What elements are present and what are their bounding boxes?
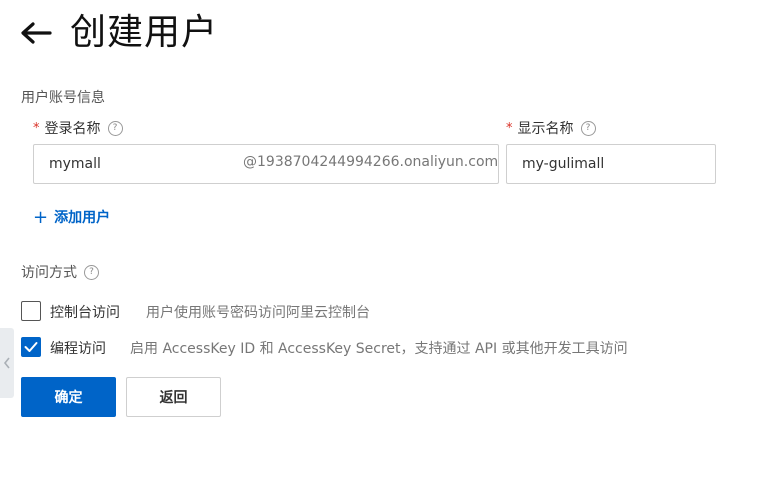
chevron-left-icon: [3, 357, 10, 369]
display-name-label: * 显示名称 ?: [506, 118, 596, 138]
help-icon[interactable]: ?: [107, 120, 123, 136]
plus-icon: +: [33, 206, 49, 228]
confirm-button[interactable]: 确定: [21, 377, 116, 417]
add-user-label: 添加用户: [54, 210, 111, 226]
programmatic-access-desc: 启用 AccessKey ID 和 AccessKey Secret，支持通过 …: [130, 341, 628, 357]
back-arrow-icon[interactable]: [18, 15, 54, 51]
help-icon[interactable]: ?: [84, 264, 99, 280]
add-user-link[interactable]: + 添加用户: [33, 205, 110, 229]
console-access-checkbox[interactable]: [21, 301, 41, 321]
page-title: 创建用户: [70, 12, 219, 53]
programmatic-access-label[interactable]: 编程访问: [50, 338, 106, 358]
account-section-title: 用户账号信息: [21, 90, 105, 106]
required-mark: *: [33, 120, 40, 136]
required-mark: *: [506, 120, 513, 136]
login-name-label-text: 登录名称: [44, 121, 101, 137]
access-section-title: 访问方式 ?: [21, 262, 99, 282]
display-name-input[interactable]: my-gulimall: [506, 144, 716, 184]
login-name-domain-suffix: @1938704244994266.onaliyun.com: [243, 154, 499, 170]
console-access-label[interactable]: 控制台访问: [50, 302, 120, 322]
sidebar-collapse-tab[interactable]: [0, 328, 14, 398]
checkmark-icon: [24, 342, 38, 352]
login-name-label: * 登录名称 ?: [33, 118, 123, 138]
back-button[interactable]: 返回: [126, 377, 221, 417]
console-access-desc: 用户使用账号密码访问阿里云控制台: [146, 305, 370, 321]
programmatic-access-checkbox[interactable]: [21, 337, 41, 357]
login-name-value: mymall: [49, 156, 101, 172]
display-name-label-text: 显示名称: [517, 121, 574, 137]
display-name-value: my-gulimall: [522, 156, 605, 172]
help-icon[interactable]: ?: [580, 120, 596, 136]
access-section-title-text: 访问方式: [21, 265, 77, 281]
page-header: 创建用户: [18, 8, 218, 58]
